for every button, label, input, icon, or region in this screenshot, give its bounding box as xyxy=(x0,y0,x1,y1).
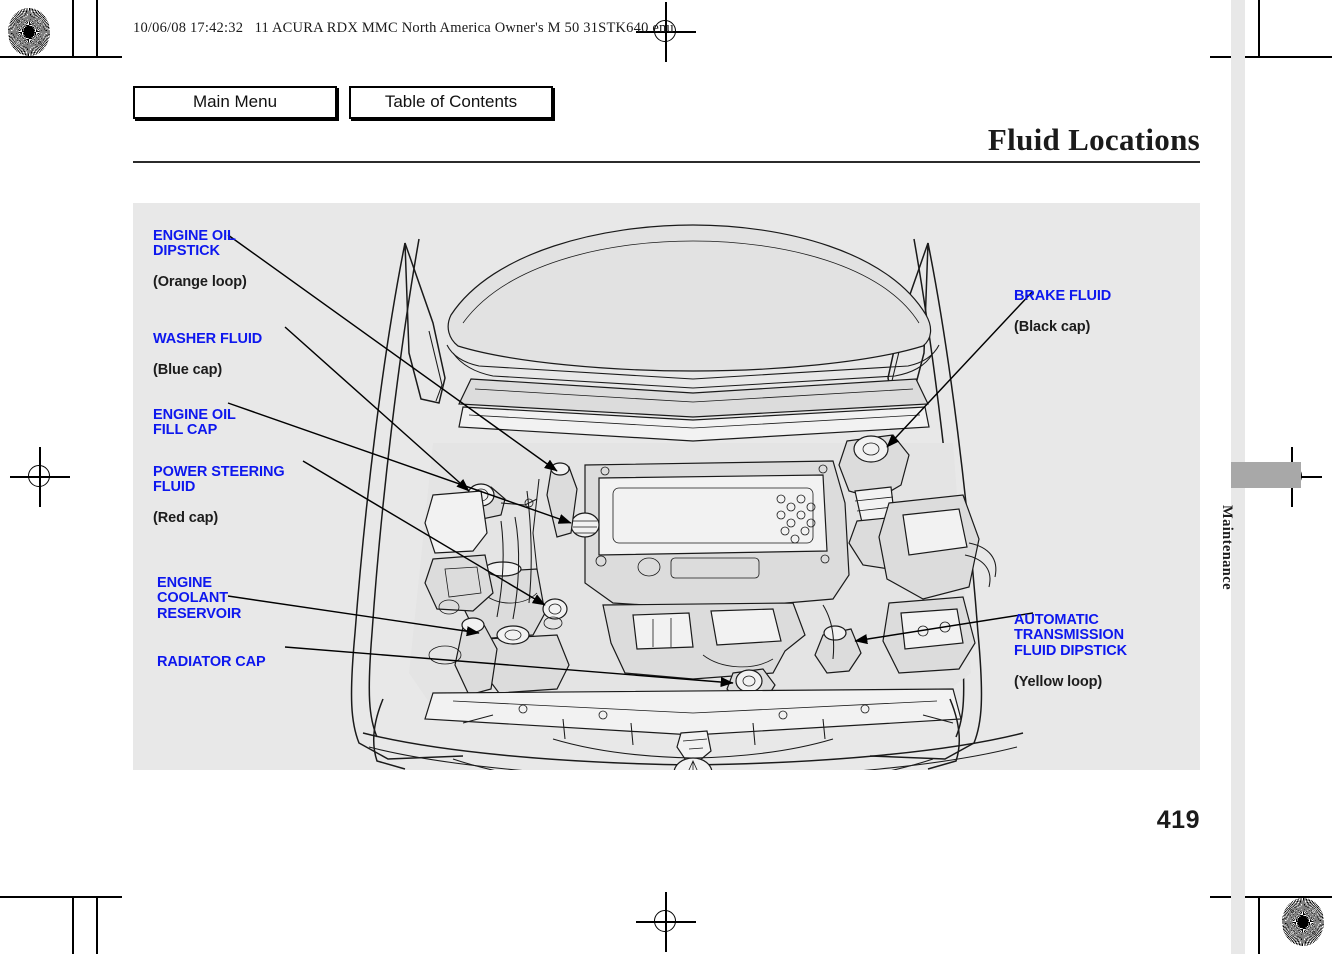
fluid-locations-figure: .ln { fill:none; stroke:#1a1a1a; stroke-… xyxy=(133,203,1200,770)
starburst-registration-mark-top-left xyxy=(8,8,50,56)
page-number: 419 xyxy=(1156,806,1200,834)
callout-label: POWER STEERING FLUID xyxy=(153,463,285,496)
section-tab-marker xyxy=(1231,462,1301,488)
engine-bay-contents xyxy=(409,434,997,762)
callout-sublabel: (Black cap) xyxy=(1014,318,1091,335)
crop-mark xyxy=(72,0,74,58)
callout-label: WASHER FLUID xyxy=(153,330,263,347)
callout-sublabel: (Yellow loop) xyxy=(1014,673,1103,690)
callout-brake-fluid: BRAKE FLUID (Black cap) xyxy=(1014,273,1111,351)
crop-mark xyxy=(96,0,98,58)
page-title: Fluid Locations xyxy=(987,122,1200,157)
navigation-bar: Main Menu Table of Contents xyxy=(133,86,553,119)
callout-automatic-transmission-fluid-dipstick: AUTOMATIC TRANSMISSION FLUID DIPSTICK (Y… xyxy=(1014,597,1127,706)
vehicle-hood xyxy=(446,224,940,442)
crop-mark xyxy=(0,56,122,58)
callout-label: BRAKE FLUID xyxy=(1014,287,1112,304)
crop-mark xyxy=(1258,0,1260,58)
callout-label: AUTOMATIC TRANSMISSION FLUID DIPSTICK xyxy=(1014,611,1127,659)
title-divider xyxy=(133,161,1200,163)
registration-crosshair-left xyxy=(10,447,70,507)
crop-mark xyxy=(96,896,98,954)
section-tab-label: Maintenance xyxy=(1219,505,1235,590)
callout-sublabel: (Blue cap) xyxy=(153,361,223,378)
callout-sublabel: (Red cap) xyxy=(153,510,219,527)
callout-power-steering-fluid: POWER STEERING FLUID (Red cap) xyxy=(153,449,285,543)
crop-mark xyxy=(1210,56,1332,58)
crop-mark xyxy=(1210,896,1332,898)
starburst-registration-mark-bottom-right xyxy=(1282,898,1324,946)
callout-label: RADIATOR CAP xyxy=(157,653,266,670)
main-menu-button[interactable]: Main Menu xyxy=(133,86,337,119)
callout-label: ENGINE COOLANT RESERVOIR xyxy=(157,574,242,622)
callout-sublabel: (Orange loop) xyxy=(153,274,247,291)
callout-label: ENGINE OIL FILL CAP xyxy=(153,406,236,439)
crop-mark xyxy=(72,896,74,954)
crop-mark xyxy=(0,896,122,898)
callout-washer-fluid: WASHER FLUID (Blue cap) xyxy=(153,316,262,394)
document-header-stamp: 10/06/08 17:42:32 11 ACURA RDX MMC North… xyxy=(133,20,674,36)
registration-crosshair-bottom xyxy=(636,892,696,952)
callout-label: ENGINE OIL DIPSTICK xyxy=(153,227,236,260)
callout-radiator-cap: RADIATOR CAP xyxy=(157,639,266,701)
table-of-contents-button[interactable]: Table of Contents xyxy=(349,86,553,119)
crop-mark xyxy=(1258,896,1260,954)
callout-engine-oil-dipstick: ENGINE OIL DIPSTICK (Orange loop) xyxy=(153,213,247,307)
